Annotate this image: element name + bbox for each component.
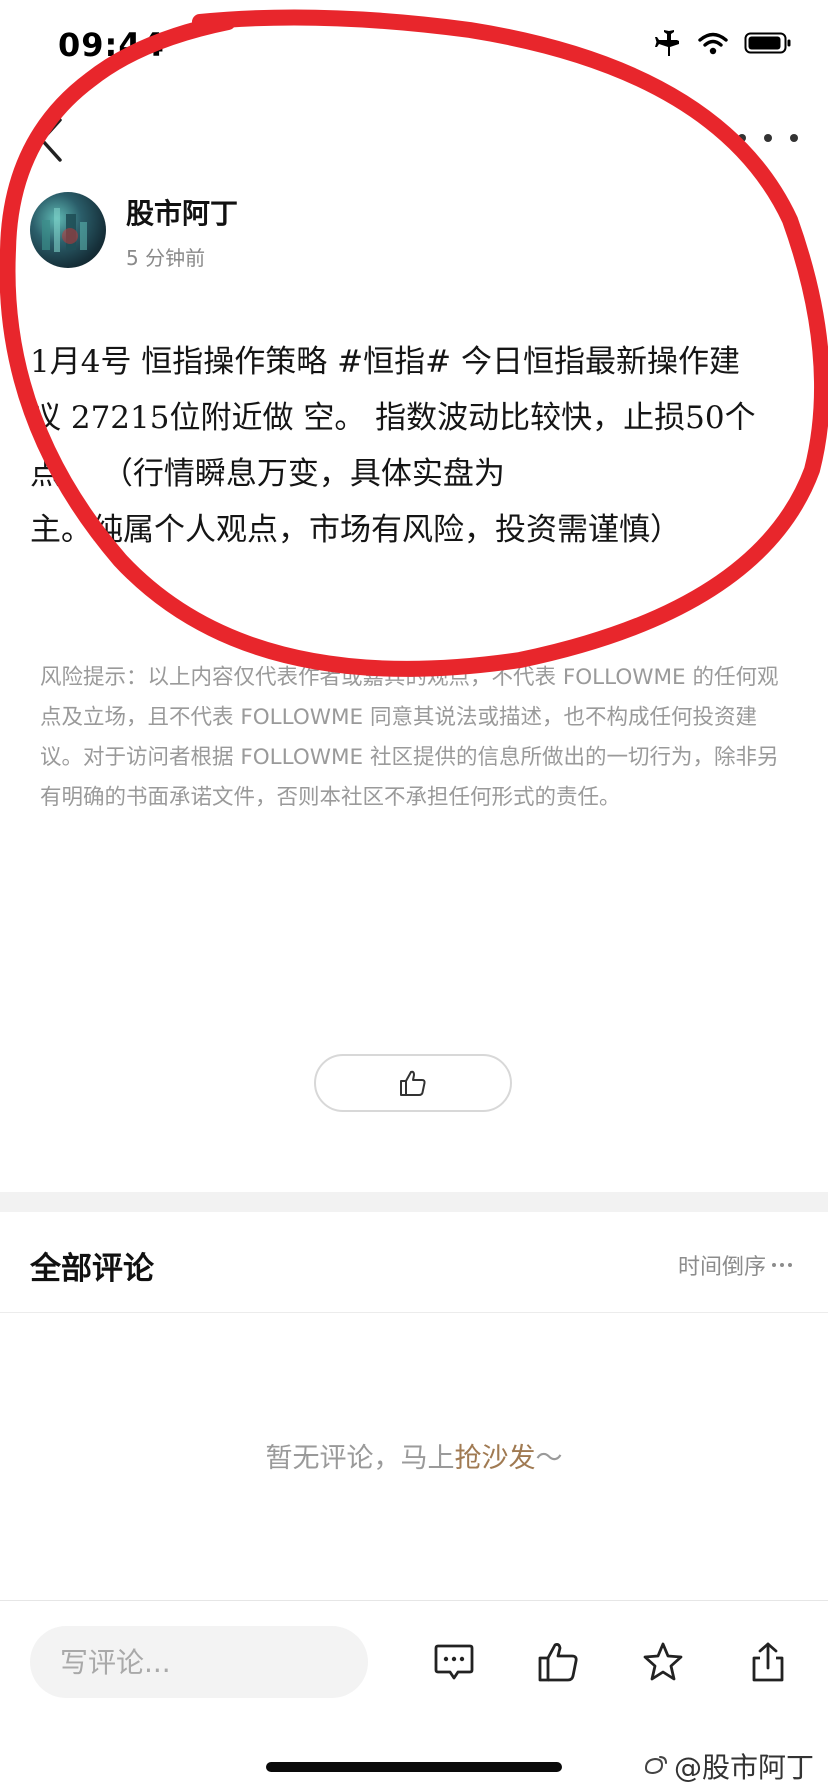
divider [0, 1312, 828, 1313]
empty-prefix: 暂无评论，马上 [265, 1443, 455, 1474]
bottom-divider [0, 1600, 828, 1601]
watermark-text: @股市阿丁 [673, 1751, 814, 1784]
like-button[interactable] [532, 1636, 584, 1688]
post-time: 5 分钟前 [126, 246, 206, 270]
watermark: @股市阿丁 [642, 1746, 814, 1786]
sort-control[interactable]: 时间倒序 [678, 1249, 792, 1281]
risk-disclaimer: 风险提示：以上内容仅代表作者或嘉宾的观点，不代表 FOLLOWME 的任何观点及… [40, 665, 779, 810]
post-line: 1月4号 恒指操作策略 #恒指# 今日恒指最新操作建 [30, 344, 740, 380]
weibo-logo-icon [644, 1756, 667, 1775]
empty-comments-message: 暂无评论，马上抢沙发～ [0, 1436, 828, 1475]
status-time: 09:44 [58, 26, 165, 64]
post-body: 1月4号 恒指操作策略 #恒指# 今日恒指最新操作建 议 27215位附近做 空… [30, 334, 802, 558]
more-horizontal-icon [772, 1263, 792, 1267]
comment-input[interactable] [30, 1626, 368, 1698]
share-icon [752, 1642, 784, 1682]
post-line: 议 27215位附近做 空。 指数波动比较快，止损50个 [30, 400, 756, 436]
section-divider [0, 1192, 828, 1212]
battery-icon [744, 31, 792, 59]
favorite-button[interactable] [637, 1636, 689, 1688]
comments-title: 全部评论 [30, 1251, 154, 1287]
post-line: 点。 （行情瞬息万变，具体实盘为 [30, 456, 505, 492]
airplane-icon [652, 30, 682, 60]
sofa-link[interactable]: 抢沙发 [455, 1443, 536, 1474]
share-button[interactable] [742, 1636, 794, 1688]
comment-button[interactable] [428, 1636, 480, 1688]
sort-label: 时间倒序 [677, 1255, 766, 1280]
more-button[interactable] [738, 118, 798, 158]
author-name[interactable]: 股市阿丁 [126, 192, 238, 232]
comment-icon [434, 1644, 474, 1680]
chevron-left-icon [40, 118, 62, 162]
home-indicator[interactable] [266, 1762, 562, 1772]
like-post-button[interactable] [314, 1054, 512, 1112]
post-line: 主。纯属个人观点，市场有风险，投资需谨慎） [30, 512, 681, 548]
empty-suffix: ～ [535, 1443, 563, 1474]
thumbs-up-icon [538, 1643, 578, 1682]
back-button[interactable] [30, 112, 74, 168]
star-icon [643, 1642, 683, 1681]
status-icons [652, 30, 792, 60]
avatar[interactable] [30, 192, 106, 268]
thumbs-up-icon [400, 1070, 426, 1096]
wifi-icon [698, 31, 728, 59]
more-horizontal-icon [738, 134, 798, 142]
